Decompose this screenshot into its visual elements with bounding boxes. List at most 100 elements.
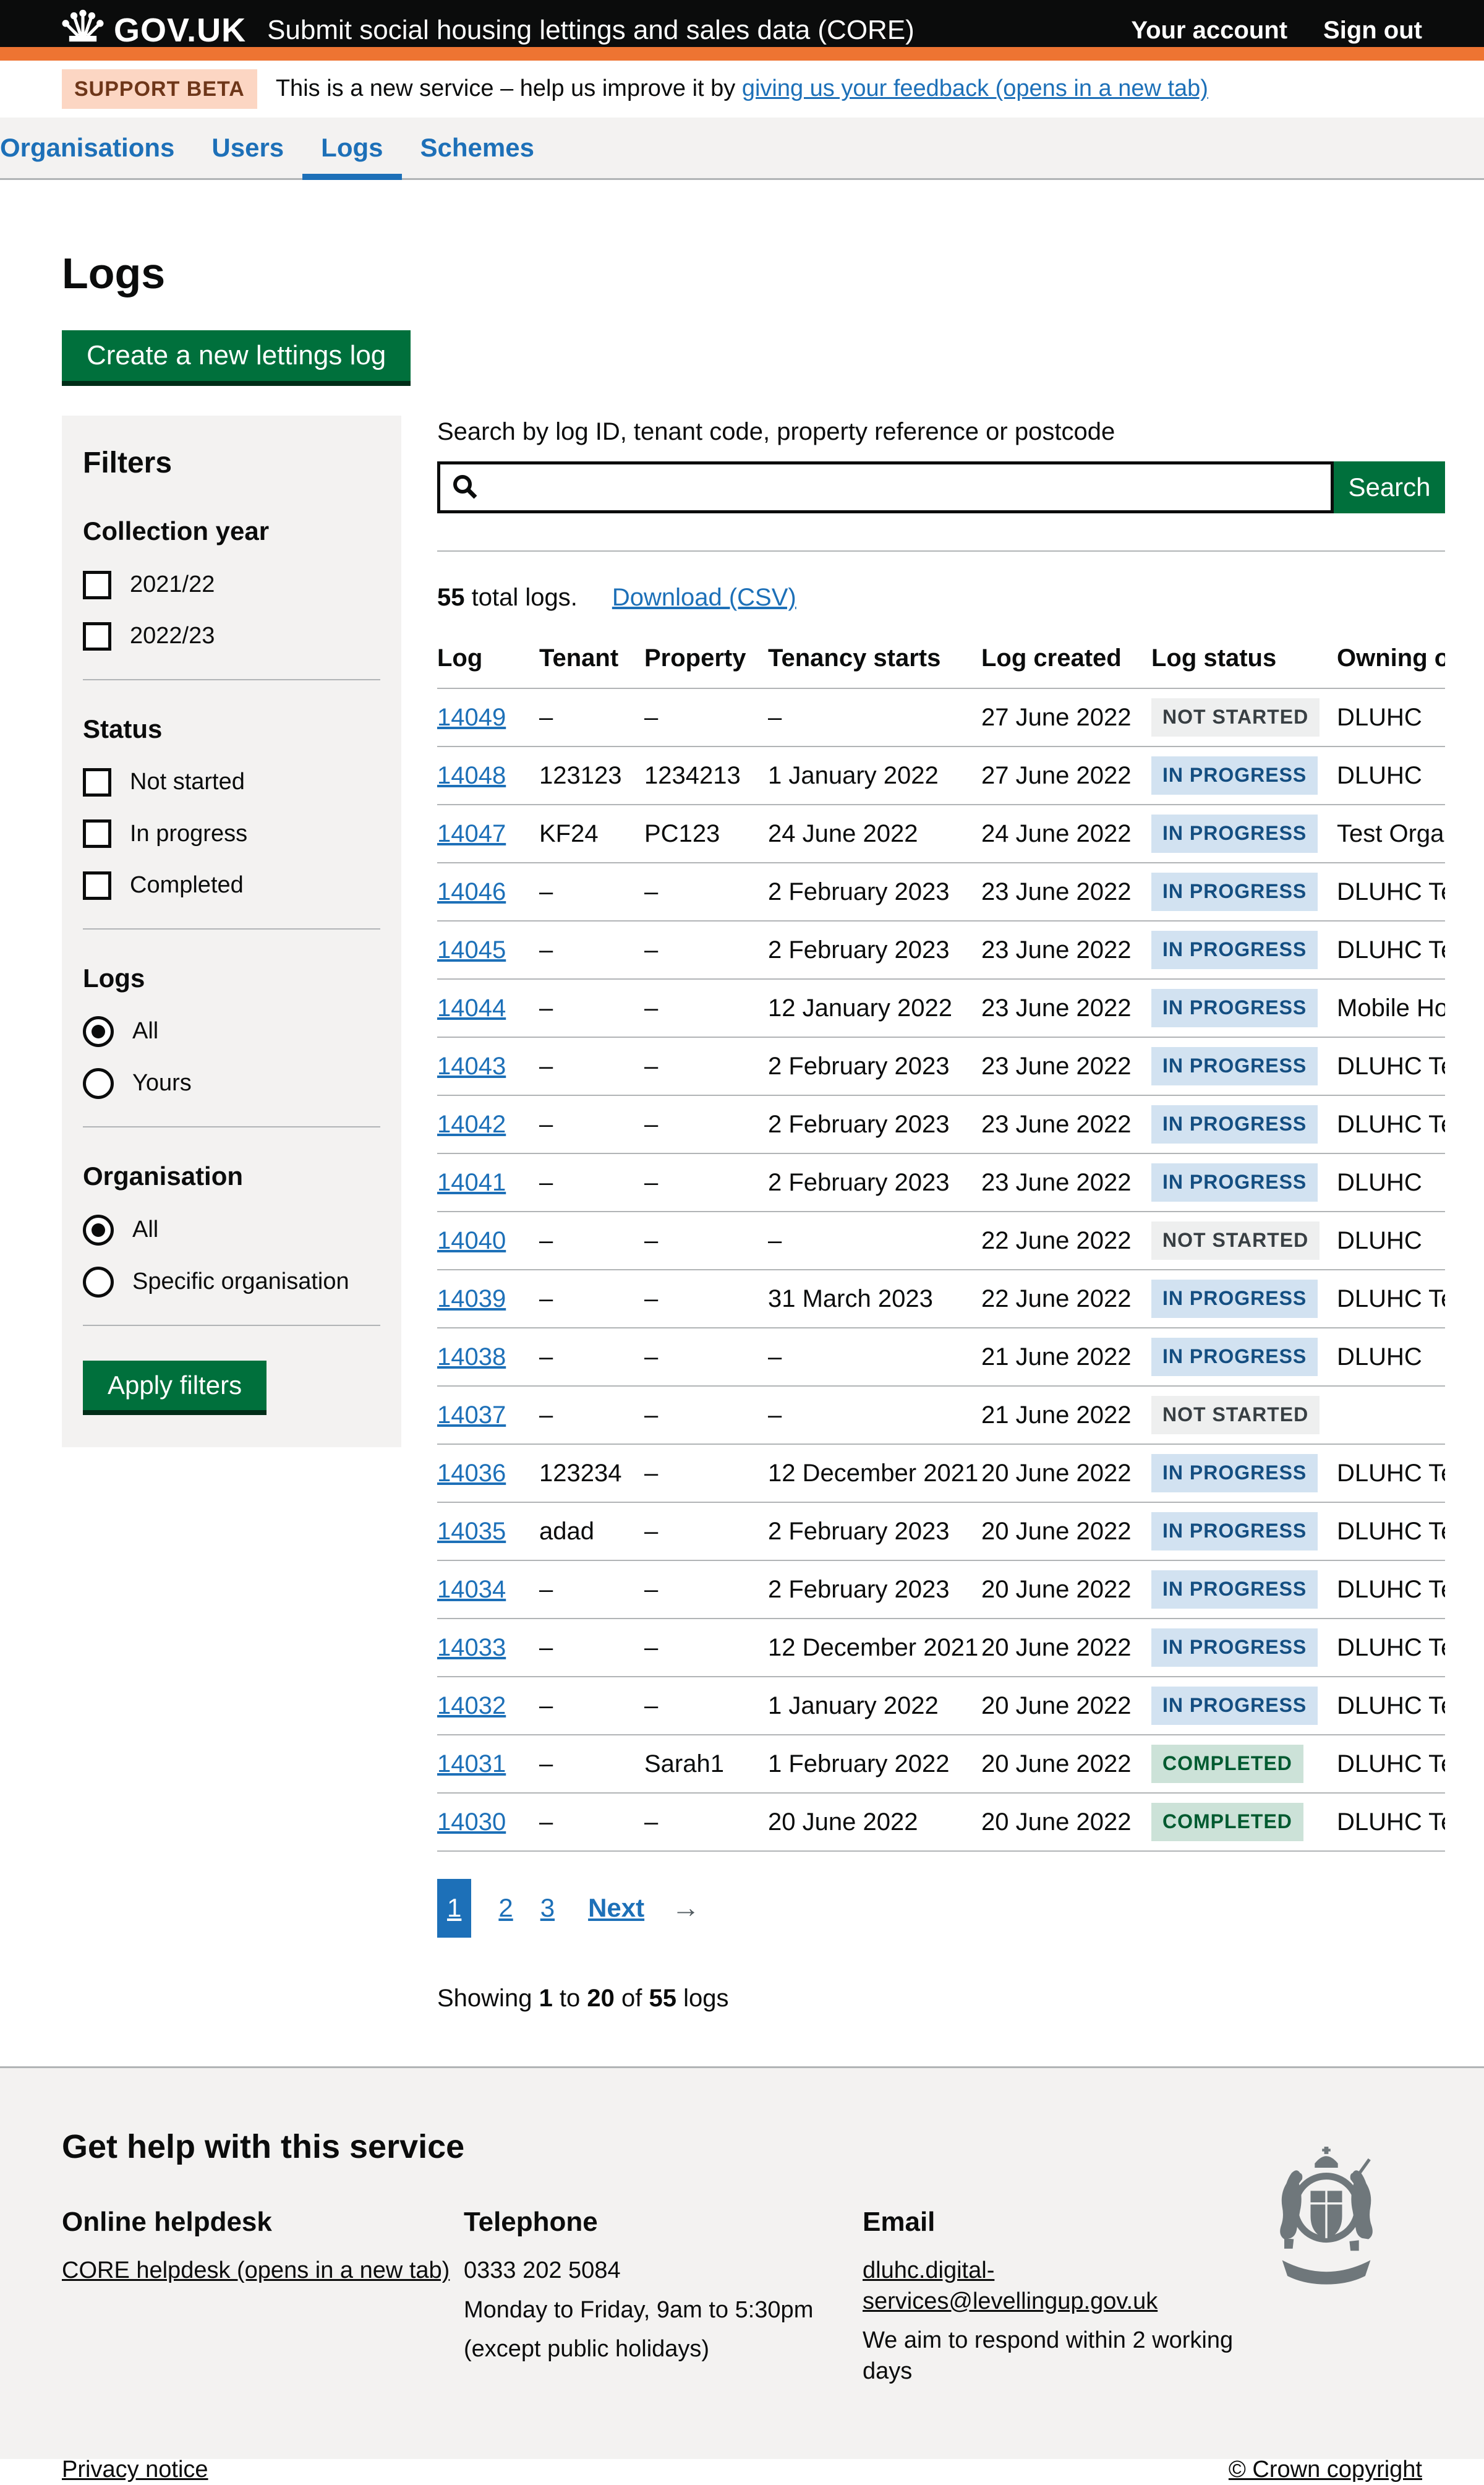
checkbox-input[interactable]	[83, 622, 111, 651]
cell-log_created: 23 June 2022	[981, 979, 1151, 1037]
log-id-link[interactable]: 14033	[437, 1634, 506, 1661]
privacy-notice-link[interactable]: Privacy notice	[62, 2455, 208, 2485]
cell-log_created: 20 June 2022	[981, 1619, 1151, 1677]
radio-option-all[interactable]: All	[83, 1215, 380, 1246]
create-lettings-log-button[interactable]: Create a new lettings log	[62, 330, 411, 381]
checkbox-option-in-progress[interactable]: In progress	[83, 819, 380, 849]
cell-property: –	[644, 1444, 768, 1502]
footer-text-line: (except public holidays)	[464, 2334, 863, 2364]
service-name[interactable]: Submit social housing lettings and sales…	[267, 12, 1131, 48]
status-badge: COMPLETED	[1151, 1745, 1303, 1783]
log-id-link[interactable]: 14046	[437, 878, 506, 905]
footer-link[interactable]: dluhc.digital-services@levellingup.gov.u…	[863, 2257, 1158, 2314]
log-id-link[interactable]: 14038	[437, 1343, 506, 1371]
nav-tab-organisations[interactable]: Organisations	[0, 118, 193, 178]
log-id-link[interactable]: 14039	[437, 1285, 506, 1312]
download-csv-link[interactable]: Download (CSV)	[612, 584, 796, 611]
radio-input[interactable]	[83, 1068, 114, 1099]
checkbox-option-not-started[interactable]: Not started	[83, 767, 380, 797]
status-badge: IN PROGRESS	[1151, 1105, 1318, 1144]
cell-log_created: 23 June 2022	[981, 863, 1151, 921]
log-id-link[interactable]: 14042	[437, 1111, 506, 1138]
footer-link[interactable]: CORE helpdesk (opens in a new tab)	[62, 2257, 450, 2283]
log-id-link[interactable]: 14048	[437, 762, 506, 789]
radio-option-yours[interactable]: Yours	[83, 1068, 380, 1099]
table-row: 14034––2 February 202320 June 2022IN PRO…	[437, 1560, 1445, 1619]
cell-log_created: 22 June 2022	[981, 1212, 1151, 1270]
nav-tab-schemes[interactable]: Schemes	[402, 118, 553, 178]
radio-input[interactable]	[83, 1215, 114, 1246]
status-badge: IN PROGRESS	[1151, 815, 1318, 853]
next-page-link[interactable]: Next	[588, 1891, 644, 1925]
cell-log_created: 20 June 2022	[981, 1793, 1151, 1851]
page-link-2[interactable]: 2	[498, 1891, 513, 1925]
cell-tenancy_starts: 12 January 2022	[768, 979, 981, 1037]
column-header: Owning or	[1337, 642, 1445, 688]
search-button[interactable]: Search	[1334, 461, 1445, 513]
cell-tenancy_starts: 2 February 2023	[768, 1153, 981, 1212]
radio-input[interactable]	[83, 1267, 114, 1298]
table-row: 14035adad–2 February 202320 June 2022IN …	[437, 1502, 1445, 1560]
checkbox-input[interactable]	[83, 768, 111, 797]
page-link-3[interactable]: 3	[540, 1891, 555, 1925]
log-id-link[interactable]: 14040	[437, 1227, 506, 1254]
feedback-link[interactable]: giving us your feedback (opens in a new …	[742, 75, 1208, 101]
status-badge: IN PROGRESS	[1151, 1687, 1318, 1725]
log-id-link[interactable]: 14049	[437, 704, 506, 731]
nav-tab-logs[interactable]: Logs	[302, 118, 401, 178]
nav-tab-users[interactable]: Users	[193, 118, 302, 178]
cell-owning-organisation: DLUHC	[1337, 746, 1445, 805]
govuk-logo[interactable]: GOV.UK	[62, 9, 246, 52]
cell-tenancy_starts: 2 February 2023	[768, 863, 981, 921]
radio-input[interactable]	[83, 1016, 114, 1047]
filter-divider	[83, 1325, 380, 1326]
apply-filters-button[interactable]: Apply filters	[83, 1361, 267, 1410]
footer-heading: Get help with this service	[62, 2125, 1422, 2168]
log-id-link[interactable]: 14041	[437, 1169, 506, 1196]
checkbox-option-completed[interactable]: Completed	[83, 870, 380, 900]
cell-tenant: –	[539, 1153, 644, 1212]
checkbox-option-2021-22[interactable]: 2021/22	[83, 570, 380, 600]
radio-option-specific-organisation[interactable]: Specific organisation	[83, 1267, 380, 1298]
cell-property: –	[644, 921, 768, 979]
log-id-link[interactable]: 14044	[437, 994, 506, 1022]
log-id-link[interactable]: 14037	[437, 1401, 506, 1429]
sign-out-link[interactable]: Sign out	[1323, 14, 1422, 46]
page-current[interactable]: 1	[437, 1879, 471, 1938]
cell-tenant: –	[539, 1037, 644, 1095]
cell-property: –	[644, 1037, 768, 1095]
summary-text: Showing	[437, 1985, 539, 2012]
log-id-link[interactable]: 14036	[437, 1460, 506, 1487]
radio-option-all[interactable]: All	[83, 1016, 380, 1047]
filter-group-label: Collection year	[83, 515, 380, 549]
cell-tenant: –	[539, 1735, 644, 1793]
checkbox-input[interactable]	[83, 819, 111, 848]
your-account-link[interactable]: Your account	[1131, 14, 1287, 46]
cell-tenant: –	[539, 1793, 644, 1851]
cell-owning-organisation: DLUHC Tes	[1337, 1270, 1445, 1328]
table-row: 14049–––27 June 2022NOT STARTEDDLUHC	[437, 688, 1445, 746]
footer-column-title: Telephone	[464, 2204, 863, 2239]
log-id-link[interactable]: 14034	[437, 1576, 506, 1603]
search-label: Search by log ID, tenant code, property …	[437, 418, 1115, 445]
cell-owning-organisation: DLUHC	[1337, 1153, 1445, 1212]
log-id-link[interactable]: 14032	[437, 1692, 506, 1719]
cell-tenancy_starts: 2 February 2023	[768, 921, 981, 979]
cell-log_created: 27 June 2022	[981, 746, 1151, 805]
filter-divider	[83, 679, 380, 680]
main-content: Logs Create a new lettings log Filters C…	[62, 246, 1422, 2014]
log-id-link[interactable]: 14045	[437, 936, 506, 964]
log-id-link[interactable]: 14031	[437, 1750, 506, 1777]
log-id-link[interactable]: 14043	[437, 1053, 506, 1080]
checkbox-input[interactable]	[83, 571, 111, 599]
checkbox-input[interactable]	[83, 871, 111, 900]
crown-copyright-link[interactable]: © Crown copyright	[1229, 2455, 1422, 2485]
log-id-link[interactable]: 14030	[437, 1808, 506, 1836]
table-row: 14043––2 February 202323 June 2022IN PRO…	[437, 1037, 1445, 1095]
log-id-link[interactable]: 14047	[437, 820, 506, 847]
cell-owning-organisation: Test Organi	[1337, 805, 1445, 863]
log-id-link[interactable]: 14035	[437, 1518, 506, 1545]
cell-owning-organisation: DLUHC Tes	[1337, 1677, 1445, 1735]
checkbox-option-2022-23[interactable]: 2022/23	[83, 621, 380, 651]
search-input[interactable]	[437, 461, 1334, 513]
